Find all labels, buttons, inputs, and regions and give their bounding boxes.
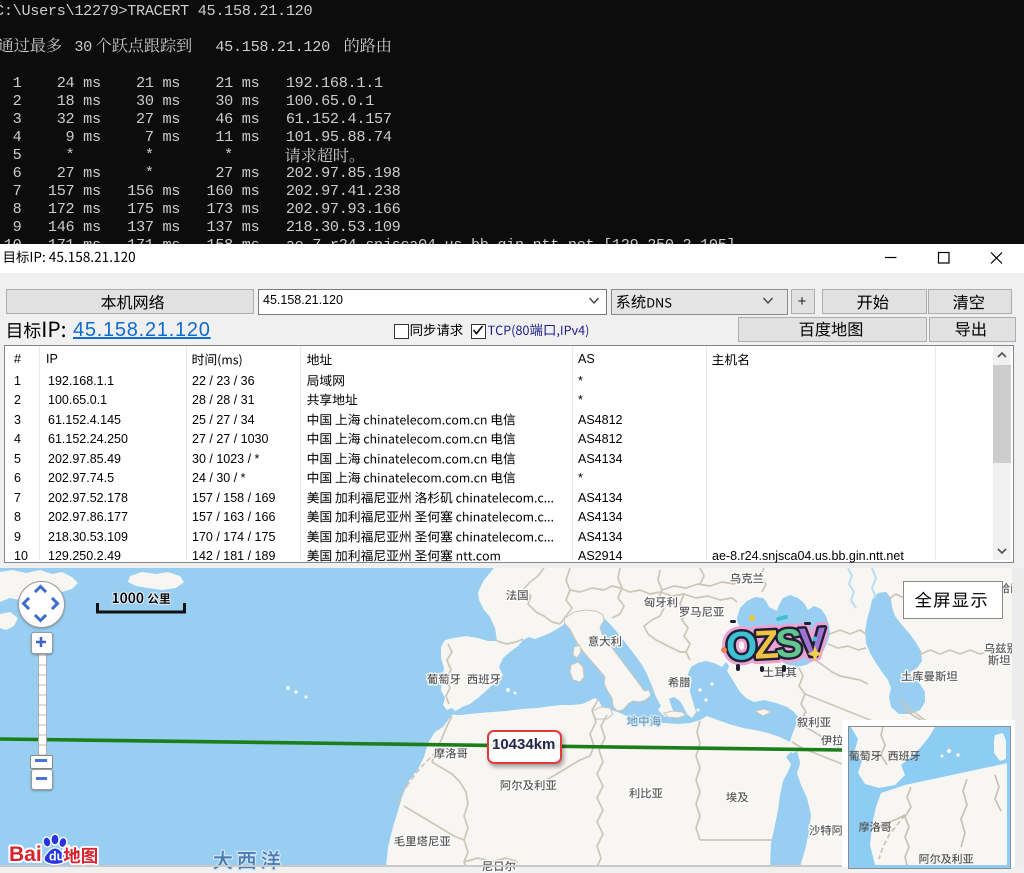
svg-text:Bai: Bai (9, 843, 42, 866)
svg-text:OZSV: OZSV (725, 620, 827, 669)
